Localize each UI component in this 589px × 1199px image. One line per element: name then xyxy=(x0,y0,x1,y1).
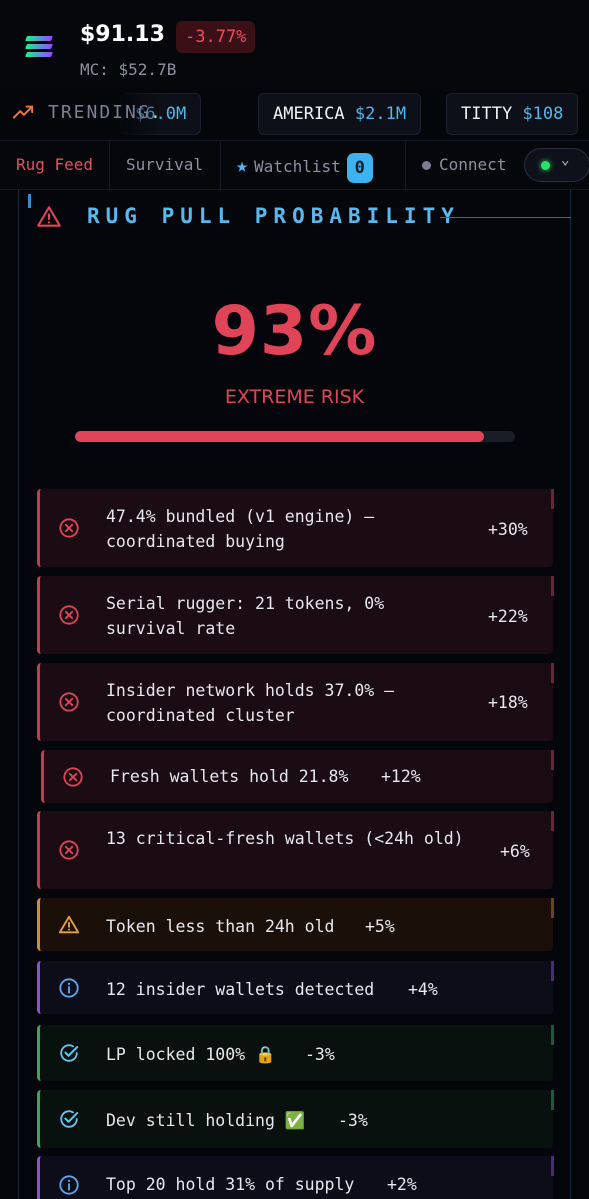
risk-factor-text: Serial rugger: 21 tokens, 0% survival ra… xyxy=(106,594,385,638)
card-edge-accent xyxy=(551,1090,554,1110)
nav-divider xyxy=(220,141,221,189)
risk-factor-text: 47.4% bundled (v1 engine) — coordinated … xyxy=(106,507,375,551)
x-circle-icon xyxy=(58,839,80,861)
card-edge-accent xyxy=(551,898,554,918)
risk-factor-text: Insider network holds 37.0% — coordinate… xyxy=(106,681,395,725)
risk-meter-fill xyxy=(75,431,485,442)
risk-factor-weight: +18% xyxy=(488,693,528,712)
card-edge-accent xyxy=(551,1156,554,1176)
risk-factor-text: Top 20 hold 31% of supply xyxy=(106,1175,355,1194)
risk-factor-text: 13 critical-fresh wallets (<24h old) xyxy=(106,829,464,848)
trending-chip-titty[interactable]: TITTY $108 xyxy=(446,93,579,135)
warning-triangle-icon xyxy=(37,206,61,227)
trending-chip-america[interactable]: AMERICA $2.1M xyxy=(258,93,422,135)
risk-factor-weight: +4% xyxy=(408,980,438,999)
risk-factor-text: LP locked 100% 🔒 xyxy=(106,1045,276,1064)
card-edge-accent xyxy=(551,961,554,981)
card-edge-accent xyxy=(551,489,554,509)
network-status-toggle[interactable]: ⌄ xyxy=(524,148,589,182)
connect-button[interactable]: Connect xyxy=(422,141,506,189)
star-icon: ★ xyxy=(236,153,249,177)
nav-watchlist-label: Watchlist xyxy=(254,157,341,176)
risk-factor-weight: -3% xyxy=(338,1111,368,1130)
trending-ellipsis: . xyxy=(150,102,161,123)
status-online-dot xyxy=(541,161,550,170)
nav-divider xyxy=(405,141,406,189)
nav-rug-feed[interactable]: Rug Feed xyxy=(16,141,93,189)
risk-factor-text: Fresh wallets hold 21.8% xyxy=(110,767,349,786)
trending-bar: $6.0M TRENDING . AMERICA $2.1M TITTY $10… xyxy=(0,88,589,140)
market-cap: MC: $52.7B xyxy=(80,60,177,79)
chevron-down-icon: ⌄ xyxy=(561,152,570,168)
token-price: $91.13 xyxy=(80,22,165,47)
nav-divider xyxy=(109,141,110,189)
x-circle-icon xyxy=(62,766,84,788)
risk-factor-weight: +12% xyxy=(381,767,421,786)
title-divider xyxy=(440,217,571,218)
risk-factor-weight: +6% xyxy=(500,842,530,861)
card-edge-accent xyxy=(551,811,554,831)
risk-factor-weight: +2% xyxy=(387,1175,417,1194)
x-circle-icon xyxy=(58,691,80,713)
x-circle-icon xyxy=(58,517,80,539)
main-nav: Rug Feed Survival ★ Watchlist 0 Connect ⌄ xyxy=(0,140,589,190)
risk-factor-weight: +22% xyxy=(488,607,528,626)
trending-chip-symbol: TITTY xyxy=(461,104,513,124)
rug-probability-value: 93% xyxy=(211,292,378,371)
solana-logo-icon xyxy=(25,36,53,62)
panel-corner-accent xyxy=(28,194,31,208)
nav-survival[interactable]: Survival xyxy=(126,141,203,189)
trending-chip-symbol: AMERICA xyxy=(273,104,345,124)
trending-label: TRENDING xyxy=(48,102,151,123)
info-circle-icon xyxy=(58,1174,80,1196)
trending-up-icon xyxy=(12,105,34,119)
card-edge-accent xyxy=(551,663,554,683)
trending-chip-volume: $2.1M xyxy=(354,104,407,124)
risk-factor-weight: +30% xyxy=(488,520,528,539)
check-circle-icon xyxy=(58,1042,80,1064)
risk-factor-text: Dev still holding ✅ xyxy=(106,1111,306,1130)
check-circle-icon xyxy=(58,1108,80,1130)
trending-chip-volume: $108 xyxy=(522,104,564,124)
token-header: $91.13 -3.77% MC: $52.7B xyxy=(0,0,589,88)
nav-watchlist[interactable]: ★ Watchlist 0 xyxy=(236,141,373,189)
risk-meter xyxy=(75,431,515,442)
connection-status-dot xyxy=(422,161,431,170)
connect-label: Connect xyxy=(439,155,507,174)
risk-factor-weight: -3% xyxy=(305,1045,335,1064)
warning-triangle-icon xyxy=(58,914,80,936)
card-edge-accent xyxy=(551,750,554,770)
watchlist-count-badge: 0 xyxy=(346,152,373,183)
x-circle-icon xyxy=(58,604,80,626)
card-edge-accent xyxy=(551,576,554,596)
card-edge-accent xyxy=(551,1025,554,1045)
price-change-badge: -3.77% xyxy=(176,21,256,53)
info-circle-icon xyxy=(58,977,80,999)
panel-title: RUG PULL PROBABILITY xyxy=(87,204,460,228)
risk-level-label: EXTREME RISK xyxy=(224,386,365,408)
risk-factor-text: 12 insider wallets detected xyxy=(106,980,375,999)
risk-factor-text: Token less than 24h old xyxy=(106,917,335,936)
risk-factor-weight: +5% xyxy=(365,917,395,936)
